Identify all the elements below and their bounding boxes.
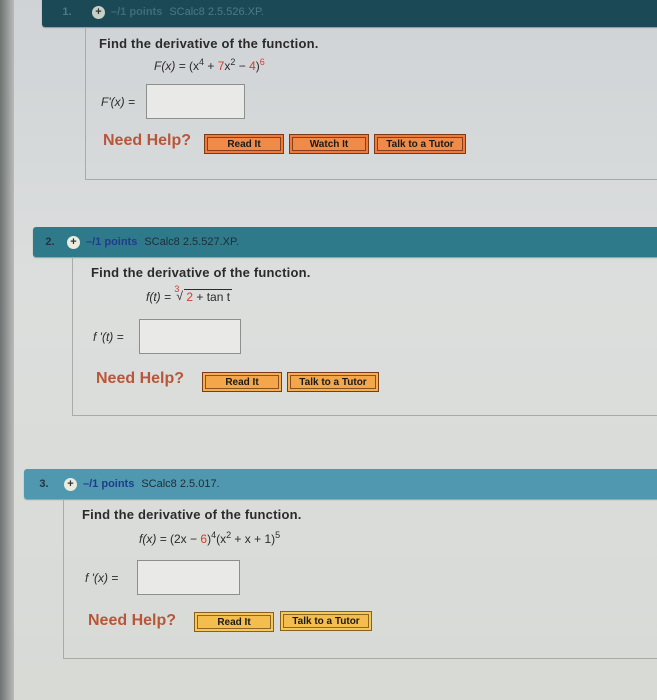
fn-part: (x — [216, 532, 227, 546]
points-label: –/1 points — [111, 6, 163, 18]
answer-input[interactable] — [137, 560, 240, 595]
talk-to-tutor-button[interactable]: Talk to a Tutor — [280, 611, 372, 631]
question-number: 1. — [62, 6, 72, 18]
function-lhs: f(x) = — [139, 532, 171, 546]
answer-input[interactable] — [146, 84, 245, 119]
expand-plus-icon[interactable]: + — [92, 5, 105, 19]
answer-label: F'(x) = — [101, 95, 135, 109]
answer-input[interactable] — [139, 319, 241, 354]
question-prompt: Find the derivative of the function. — [91, 265, 311, 280]
function-expression: f(t) = 3 √ 2 + tan t — [146, 284, 233, 304]
fn-const: 4 — [249, 59, 256, 73]
photo-edge-shadow — [0, 0, 14, 700]
function-lhs: f(t) = — [146, 290, 175, 304]
question-1-header: 1. + –/1 points SCalc8 2.5.526.XP. — [42, 0, 657, 27]
question-number: 3. — [39, 478, 49, 490]
expand-plus-icon[interactable]: + — [67, 235, 80, 249]
question-number: 2. — [45, 236, 55, 248]
question-prompt: Find the derivative of the function. — [99, 36, 319, 51]
question-3-header: 3. + –/1 points SCalc8 2.5.017. — [24, 469, 657, 499]
problem-code: SCalc8 2.5.526.XP. — [169, 6, 264, 18]
points-label: –/1 points — [83, 478, 135, 490]
need-help-label: Need Help? — [88, 612, 177, 629]
question-2-header: 2. + –/1 points SCalc8 2.5.527.XP. — [33, 227, 657, 257]
points-label: –/1 points — [86, 236, 138, 248]
question-prompt: Find the derivative of the function. — [82, 507, 302, 522]
fn-exp: 6 — [259, 57, 265, 67]
talk-to-tutor-button[interactable]: Talk to a Tutor — [374, 134, 466, 154]
function-expression: f(x) = (2x − 6)4(x2 + x + 1)5 — [139, 530, 280, 546]
need-help-label: Need Help? — [103, 132, 192, 149]
expand-plus-icon[interactable]: + — [64, 477, 77, 491]
fn-part: (2x − — [170, 532, 201, 546]
answer-label: f '(t) = — [93, 330, 124, 344]
watch-it-button[interactable]: Watch It — [289, 134, 369, 154]
talk-to-tutor-button[interactable]: Talk to a Tutor — [287, 372, 379, 392]
function-expression: F(x) = (x4 + 7x2 − 4)6 — [154, 57, 265, 73]
fn-part: (x — [189, 59, 199, 73]
question-1-body: Find the derivative of the function. F(x… — [85, 27, 657, 180]
radicand-rest: + tan t — [193, 290, 231, 304]
fn-exp: 5 — [275, 530, 281, 540]
answer-label: f '(x) = — [85, 571, 119, 585]
radicand: 2 + tan t — [184, 289, 233, 304]
fn-part: + — [204, 59, 218, 73]
cube-root: 3 √ 2 + tan t — [174, 284, 233, 304]
need-help-label: Need Help? — [96, 370, 185, 387]
fn-part: + x + 1) — [231, 532, 276, 546]
radical-sign: √ — [176, 289, 183, 303]
question-2-body: Find the derivative of the function. f(t… — [72, 257, 657, 416]
problem-code: SCalc8 2.5.527.XP. — [144, 236, 239, 248]
fn-part: − — [235, 59, 250, 73]
question-3-body: Find the derivative of the function. f(x… — [63, 499, 657, 659]
problem-code: SCalc8 2.5.017. — [141, 478, 220, 490]
read-it-button[interactable]: Read It — [202, 372, 282, 392]
function-lhs: F(x) = — [154, 59, 189, 73]
read-it-button[interactable]: Read It — [204, 134, 284, 154]
read-it-button[interactable]: Read It — [194, 612, 274, 632]
